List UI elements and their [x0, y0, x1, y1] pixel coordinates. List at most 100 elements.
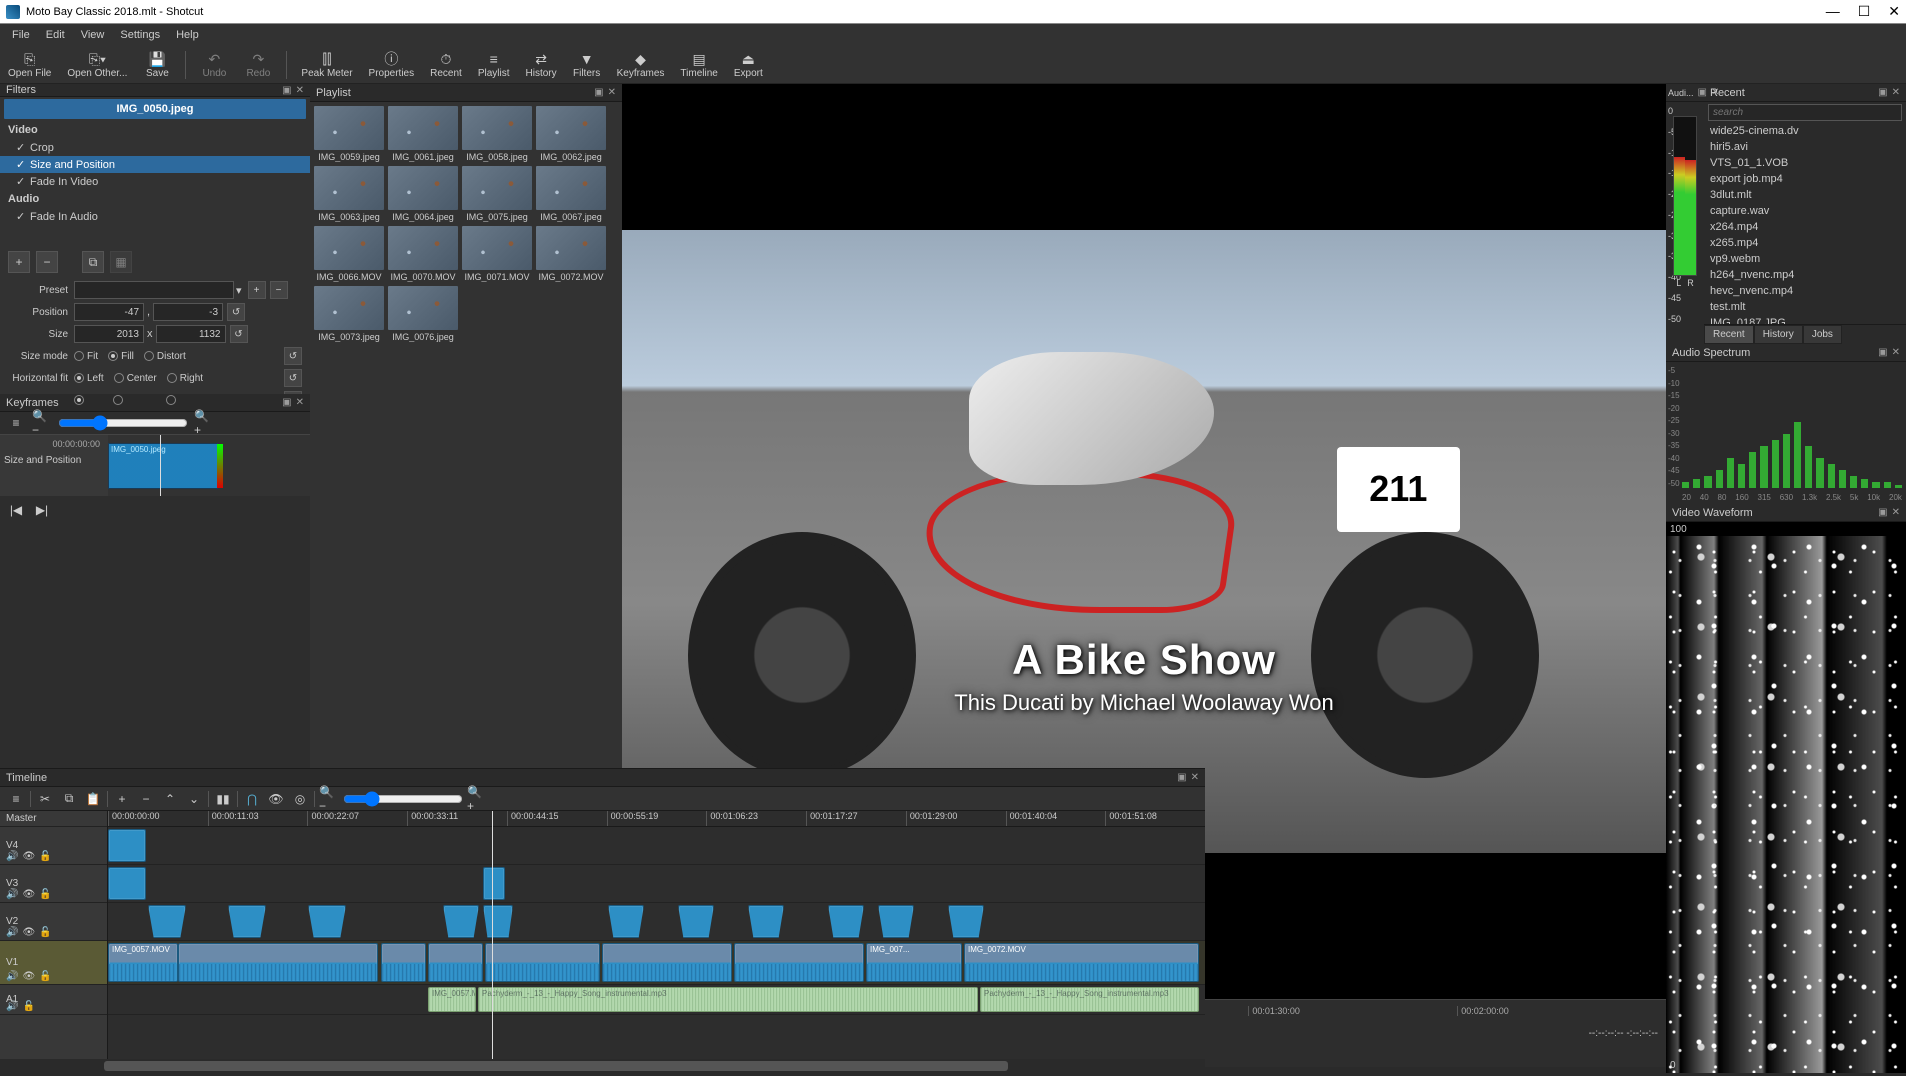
- size-w-input[interactable]: [74, 325, 144, 343]
- recent-item[interactable]: 3dlut.mlt: [1704, 187, 1906, 203]
- playlist-item[interactable]: IMG_0064.jpeg: [388, 166, 458, 222]
- recent-item[interactable]: x265.mp4: [1704, 235, 1906, 251]
- panel-close-icon[interactable]: ✕: [1711, 87, 1719, 98]
- mute-icon[interactable]: 🔊: [6, 889, 18, 900]
- toolbar-save-button[interactable]: 💾Save: [137, 49, 177, 81]
- timeline-clip[interactable]: [308, 905, 346, 938]
- recent-item[interactable]: IMG_0187.JPG: [1704, 315, 1906, 324]
- tl-append-icon[interactable]: +: [112, 789, 132, 809]
- timeline-clip[interactable]: [678, 905, 714, 938]
- radio-left[interactable]: Left: [74, 373, 104, 384]
- timeline-clip[interactable]: IMG_0072.MOV: [964, 943, 1199, 982]
- position-reset-button[interactable]: ↺: [227, 303, 245, 321]
- panel-undock-icon[interactable]: ▣: [1177, 772, 1186, 783]
- timeline-clip[interactable]: [443, 905, 479, 938]
- playlist-item[interactable]: IMG_0059.jpeg: [314, 106, 384, 162]
- maximize-button[interactable]: ☐: [1858, 3, 1871, 20]
- toolbar-export-button[interactable]: ⏏Export: [728, 49, 769, 81]
- panel-undock-icon[interactable]: ▣: [282, 85, 291, 96]
- track-header-v4[interactable]: V4🔊👁🔓: [0, 827, 107, 865]
- toolbar-timeline-button[interactable]: ▤Timeline: [674, 49, 723, 81]
- timeline-clip[interactable]: [948, 905, 984, 938]
- playlist-item[interactable]: IMG_0076.jpeg: [388, 286, 458, 342]
- radio-center[interactable]: Center: [114, 373, 157, 384]
- tl-zoom-slider[interactable]: [343, 791, 463, 807]
- lock-icon[interactable]: 🔓: [22, 1001, 34, 1012]
- track-header-a1[interactable]: A1🔊🔓: [0, 985, 107, 1015]
- track-header-v1[interactable]: V1🔊👁🔓: [0, 941, 107, 985]
- playlist-item[interactable]: IMG_0063.jpeg: [314, 166, 384, 222]
- mute-icon[interactable]: 🔊: [6, 971, 18, 982]
- preset-remove-button[interactable]: −: [270, 281, 288, 299]
- tl-cut-icon[interactable]: ✂: [35, 789, 55, 809]
- toolbar-peak-meter-button[interactable]: ⫿⫿Peak Meter: [295, 49, 358, 81]
- playlist-item[interactable]: IMG_0071.MOV: [462, 226, 532, 282]
- panel-undock-icon[interactable]: ▣: [1878, 507, 1887, 518]
- timeline-clip[interactable]: [748, 905, 784, 938]
- track-header-v3[interactable]: V3🔊👁🔓: [0, 865, 107, 903]
- toolbar-undo-button[interactable]: ↶Undo: [194, 49, 234, 81]
- tl-snap-icon[interactable]: ⋂: [242, 789, 262, 809]
- tl-lift-icon[interactable]: ⌃: [160, 789, 180, 809]
- tl-menu-icon[interactable]: ≡: [6, 789, 26, 809]
- panel-close-icon[interactable]: ✕: [296, 397, 304, 408]
- playlist-item[interactable]: IMG_0067.jpeg: [536, 166, 606, 222]
- lock-icon[interactable]: 🔓: [39, 851, 51, 862]
- timeline-clip[interactable]: [485, 943, 600, 982]
- timeline-clip[interactable]: [381, 943, 426, 982]
- track-v1[interactable]: IMG_0057.MOV IMG_007... IMG_0072.MOV: [108, 941, 1205, 985]
- preset-dropdown[interactable]: [74, 281, 234, 299]
- tl-overwrite-icon[interactable]: ⌄: [184, 789, 204, 809]
- minimize-button[interactable]: —: [1826, 3, 1840, 20]
- kf-zoomout-icon[interactable]: 🔍−: [32, 413, 52, 433]
- panel-close-icon[interactable]: ✕: [1892, 347, 1900, 358]
- size-reset-button[interactable]: ↺: [230, 325, 248, 343]
- radio-fill[interactable]: Fill: [108, 351, 134, 362]
- tl-ripple-icon[interactable]: ◎: [290, 789, 310, 809]
- panel-undock-icon[interactable]: ▣: [594, 87, 603, 98]
- filter-item[interactable]: ✓Fade In Audio: [0, 208, 310, 225]
- playlist-item[interactable]: IMG_0072.MOV: [536, 226, 606, 282]
- radio-right[interactable]: Right: [167, 373, 203, 384]
- tab-jobs[interactable]: Jobs: [1803, 325, 1842, 344]
- eye-icon[interactable]: 👁: [22, 851, 35, 862]
- playlist-item[interactable]: IMG_0073.jpeg: [314, 286, 384, 342]
- radio-distort[interactable]: Distort: [144, 351, 186, 362]
- eye-icon[interactable]: 👁: [22, 889, 35, 900]
- recent-item[interactable]: capture.wav: [1704, 203, 1906, 219]
- eye-icon[interactable]: 👁: [22, 971, 35, 982]
- playlist-item[interactable]: IMG_0061.jpeg: [388, 106, 458, 162]
- toolbar-open-file-button[interactable]: ⎘Open File: [2, 49, 57, 81]
- playlist-item[interactable]: IMG_0066.MOV: [314, 226, 384, 282]
- hfit-reset-button[interactable]: ↺: [284, 369, 302, 387]
- playlist-item[interactable]: IMG_0075.jpeg: [462, 166, 532, 222]
- add-filter-button[interactable]: +: [8, 251, 30, 273]
- recent-search-input[interactable]: [1708, 104, 1902, 121]
- tab-history[interactable]: History: [1754, 325, 1803, 344]
- toolbar-open-other--button[interactable]: ⎘▾Open Other...: [61, 49, 133, 81]
- track-v2[interactable]: [108, 903, 1205, 941]
- tl-scrub-icon[interactable]: 👁: [266, 789, 286, 809]
- lock-icon[interactable]: 🔓: [39, 927, 51, 938]
- track-v4[interactable]: [108, 827, 1205, 865]
- panel-undock-icon[interactable]: ▣: [1878, 347, 1887, 358]
- recent-item[interactable]: VTS_01_1.VOB: [1704, 155, 1906, 171]
- timeline-audio-clip[interactable]: Pachyderm_-_13_-_Happy_Song_instrumental…: [478, 987, 978, 1012]
- timeline-clip[interactable]: [108, 867, 146, 900]
- radio-fit[interactable]: Fit: [74, 351, 98, 362]
- timeline-clip[interactable]: [608, 905, 644, 938]
- menu-edit[interactable]: Edit: [38, 26, 73, 44]
- timeline-clip[interactable]: IMG_0057.MOV: [108, 943, 178, 982]
- timeline-clip[interactable]: [228, 905, 266, 938]
- recent-item[interactable]: export job.mp4: [1704, 171, 1906, 187]
- kf-zoomin-icon[interactable]: 🔍+: [194, 413, 214, 433]
- toolbar-redo-button[interactable]: ↷Redo: [238, 49, 278, 81]
- toolbar-properties-button[interactable]: ⓘProperties: [363, 49, 421, 81]
- kf-zoom-slider[interactable]: [58, 415, 188, 431]
- timeline-playhead[interactable]: [492, 811, 493, 1059]
- tl-zoomin-icon[interactable]: 🔍+: [467, 789, 487, 809]
- mute-icon[interactable]: 🔊: [6, 1001, 18, 1012]
- close-button[interactable]: ✕: [1888, 3, 1900, 20]
- toolbar-keyframes-button[interactable]: ◆Keyframes: [611, 49, 671, 81]
- kf-next-button[interactable]: ▶|: [32, 500, 52, 520]
